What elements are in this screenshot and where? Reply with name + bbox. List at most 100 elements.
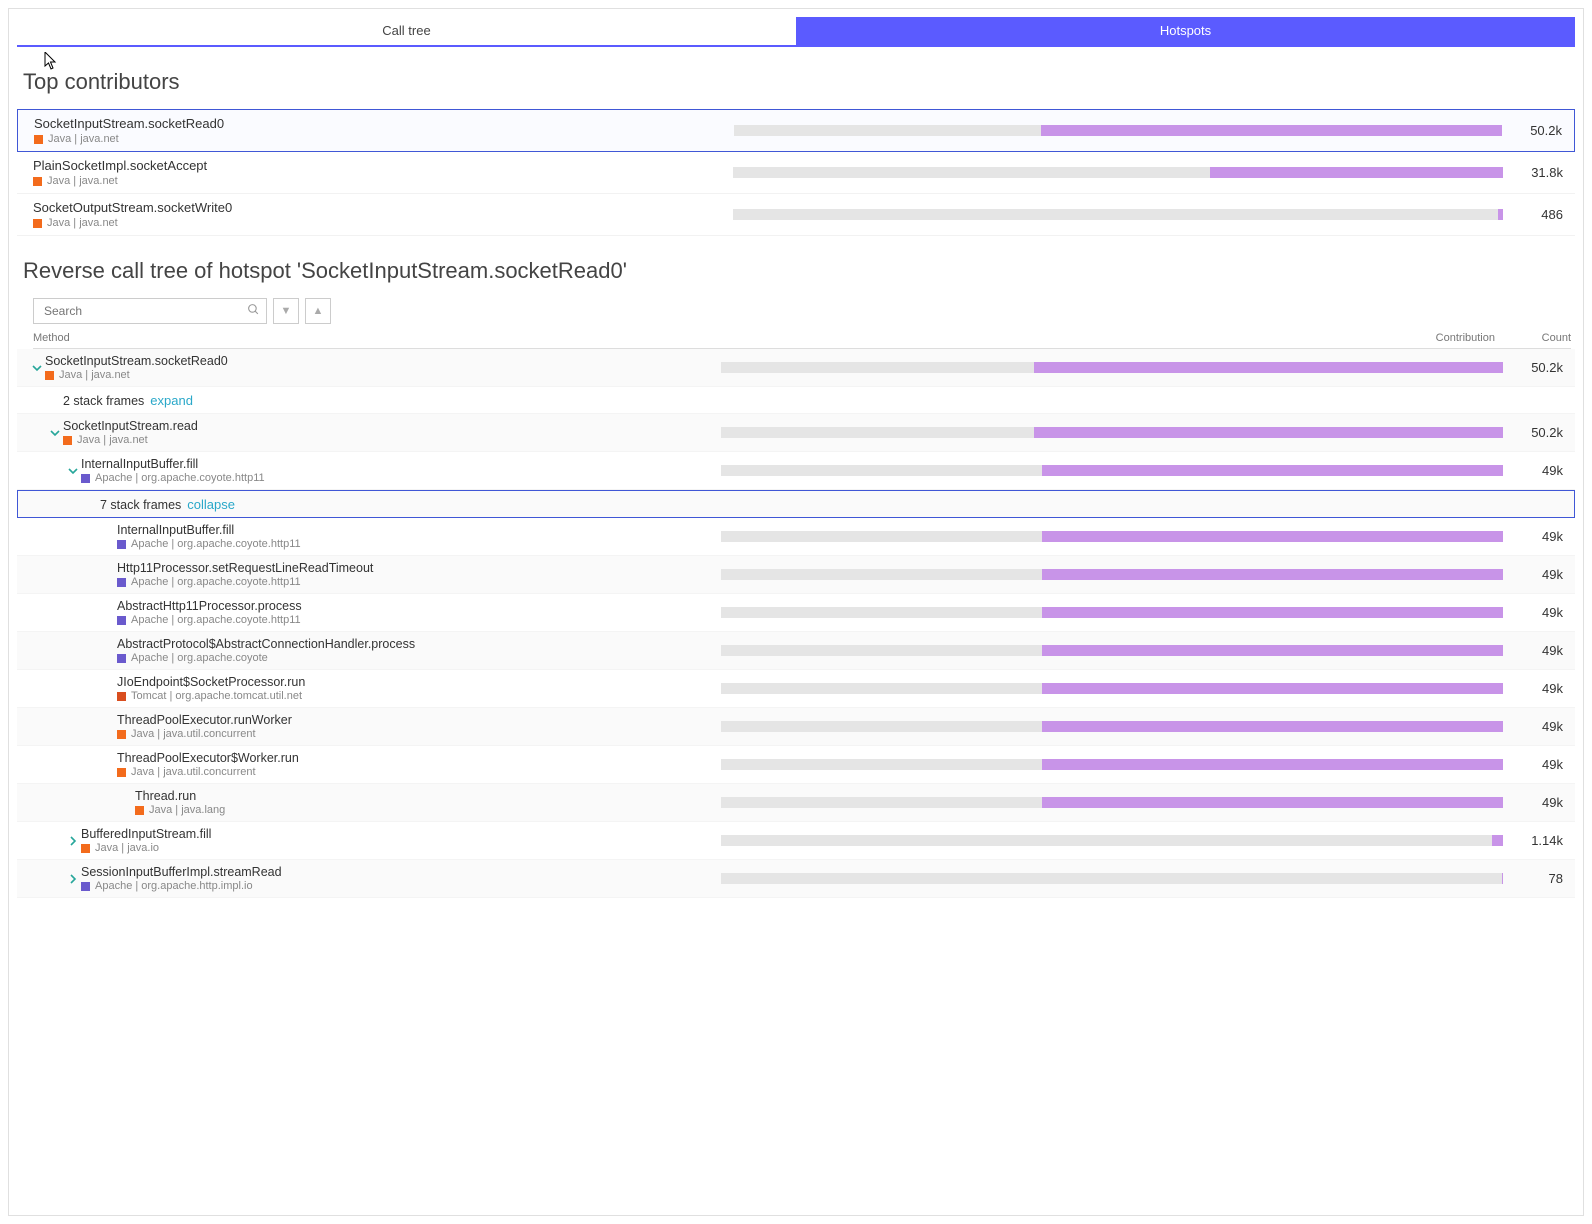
- contribution-bar: [721, 759, 1503, 770]
- tree-method: SocketInputStream.read: [63, 419, 721, 433]
- tree-method: SocketInputStream.socketRead0: [45, 354, 721, 368]
- tech-swatch-icon: [117, 654, 126, 663]
- tree-meta: Apache | org.apache.coyote.http11: [117, 576, 721, 588]
- contribution-bar: [721, 683, 1503, 694]
- tree-count: 49k: [1503, 643, 1563, 658]
- tree-meta: Java | java.util.concurrent: [117, 728, 721, 740]
- contributor-row[interactable]: SocketOutputStream.socketWrite0Java | ja…: [17, 194, 1575, 236]
- column-count: Count: [1511, 332, 1571, 344]
- tree-count: 49k: [1503, 463, 1563, 478]
- contribution-bar: [721, 873, 1503, 884]
- chevron-right-icon[interactable]: [65, 871, 81, 887]
- tree-count: 50.2k: [1503, 425, 1563, 440]
- tree-method: InternalInputBuffer.fill: [81, 457, 721, 471]
- tree-meta: Apache | org.apache.coyote.http11: [117, 614, 721, 626]
- tree-method: ThreadPoolExecutor.runWorker: [117, 713, 721, 727]
- chevron-down-icon[interactable]: [47, 425, 63, 441]
- tree-meta: Java | java.net: [45, 369, 721, 381]
- contributor-tech: Java | java.net: [47, 217, 118, 229]
- tree-row[interactable]: JIoEndpoint$SocketProcessor.runTomcat | …: [17, 670, 1575, 708]
- tech-swatch-icon: [81, 474, 90, 483]
- tree-count: 49k: [1503, 795, 1563, 810]
- tree-count: 1.14k: [1503, 833, 1563, 848]
- tree-count: 49k: [1503, 605, 1563, 620]
- tab-call-tree[interactable]: Call tree: [17, 17, 796, 47]
- chevron-right-icon[interactable]: [65, 833, 81, 849]
- contribution-bar: [721, 721, 1503, 732]
- tree-method: SessionInputBufferImpl.streamRead: [81, 865, 721, 879]
- tech-swatch-icon: [63, 436, 72, 445]
- tabs: Call tree Hotspots: [17, 17, 1575, 47]
- tree-method: Thread.run: [135, 789, 721, 803]
- tree-row[interactable]: ThreadPoolExecutor.runWorkerJava | java.…: [17, 708, 1575, 746]
- contribution-bar: [721, 465, 1503, 476]
- tree-row[interactable]: ThreadPoolExecutor$Worker.runJava | java…: [17, 746, 1575, 784]
- tree-meta: Java | java.io: [81, 842, 721, 854]
- tree-tech: Java | java.io: [95, 842, 159, 854]
- tree-row[interactable]: SocketInputStream.readJava | java.net 50.…: [17, 414, 1575, 452]
- chevron-down-icon[interactable]: [29, 360, 45, 376]
- tech-swatch-icon: [33, 219, 42, 228]
- contributor-method: PlainSocketImpl.socketAccept: [33, 158, 733, 173]
- search-prev-button[interactable]: ▲: [305, 298, 331, 324]
- tree-row[interactable]: Http11Processor.setRequestLineReadTimeou…: [17, 556, 1575, 594]
- search-next-button[interactable]: ▼: [273, 298, 299, 324]
- tech-swatch-icon: [34, 135, 43, 144]
- tree-method: Http11Processor.setRequestLineReadTimeou…: [117, 561, 721, 575]
- contribution-bar: [721, 835, 1503, 846]
- tech-swatch-icon: [33, 177, 42, 186]
- column-contribution: Contribution: [743, 332, 1511, 344]
- tree-row[interactable]: AbstractHttp11Processor.processApache | …: [17, 594, 1575, 632]
- tree-tech: Apache | org.apache.coyote.http11: [131, 614, 301, 626]
- tree-meta: Java | java.net: [63, 434, 721, 446]
- contribution-bar: [721, 531, 1503, 542]
- tree-method: BufferedInputStream.fill: [81, 827, 721, 841]
- tree-method: AbstractProtocol$AbstractConnectionHandl…: [117, 637, 721, 651]
- tree-meta: Apache | org.apache.coyote.http11: [117, 538, 721, 550]
- tree-tech: Java | java.util.concurrent: [131, 728, 256, 740]
- search-box[interactable]: [33, 298, 267, 324]
- contributor-meta: Java | java.net: [33, 175, 733, 187]
- tab-hotspots[interactable]: Hotspots: [796, 17, 1575, 47]
- tech-swatch-icon: [117, 578, 126, 587]
- contributor-row[interactable]: SocketInputStream.socketRead0Java | java…: [17, 109, 1575, 152]
- tree-row[interactable]: InternalInputBuffer.fillApache | org.apa…: [17, 518, 1575, 556]
- tree-tech: Java | java.net: [77, 434, 148, 446]
- tech-swatch-icon: [45, 371, 54, 380]
- contributor-row[interactable]: PlainSocketImpl.socketAccept Java | java.…: [17, 152, 1575, 194]
- search-input[interactable]: [44, 304, 247, 318]
- tech-swatch-icon: [81, 882, 90, 891]
- tree-row[interactable]: 2 stack frames expand: [17, 387, 1575, 414]
- tree-row[interactable]: SessionInputBufferImpl.streamReadApache …: [17, 860, 1575, 898]
- chevron-down-icon[interactable]: [65, 463, 81, 479]
- tree-row[interactable]: BufferedInputStream.fillJava | java.io 1.…: [17, 822, 1575, 860]
- tree-count: 49k: [1503, 757, 1563, 772]
- tree-tech: Apache | org.apache.coyote.http11: [131, 576, 301, 588]
- tree-row[interactable]: 7 stack framescollapse: [17, 490, 1575, 518]
- tree-row[interactable]: SocketInputStream.socketRead0Java | java…: [17, 349, 1575, 387]
- tree-method: JIoEndpoint$SocketProcessor.run: [117, 675, 721, 689]
- stack-frames-toggle[interactable]: expand: [150, 393, 193, 408]
- tree-row[interactable]: InternalInputBuffer.fillApache | org.apa…: [17, 452, 1575, 490]
- contribution-bar: [733, 167, 1503, 178]
- tree-tech: Java | java.net: [59, 369, 130, 381]
- tree-count: 49k: [1503, 719, 1563, 734]
- tree-tech: Java | java.util.concurrent: [131, 766, 256, 778]
- contribution-bar: [734, 125, 1502, 136]
- reverse-tree-heading: Reverse call tree of hotspot 'SocketInpu…: [23, 258, 1583, 284]
- contribution-bar: [721, 797, 1503, 808]
- tree-meta: Apache | org.apache.coyote.http11: [81, 472, 721, 484]
- contribution-bar: [733, 209, 1503, 220]
- tech-swatch-icon: [117, 730, 126, 739]
- tree-row[interactable]: Thread.runJava | java.lang49k: [17, 784, 1575, 822]
- tree-meta: Apache | org.apache.http.impl.io: [81, 880, 721, 892]
- tree-meta: Tomcat | org.apache.tomcat.util.net: [117, 690, 721, 702]
- tech-swatch-icon: [117, 768, 126, 777]
- stack-frames-toggle[interactable]: collapse: [187, 497, 235, 512]
- tree-count: 49k: [1503, 567, 1563, 582]
- tree-count: 49k: [1503, 529, 1563, 544]
- tree-row[interactable]: AbstractProtocol$AbstractConnectionHandl…: [17, 632, 1575, 670]
- contributor-meta: Java | java.net: [34, 133, 734, 145]
- stack-frames-label: 2 stack frames: [63, 394, 144, 408]
- tree-count: 50.2k: [1503, 360, 1563, 375]
